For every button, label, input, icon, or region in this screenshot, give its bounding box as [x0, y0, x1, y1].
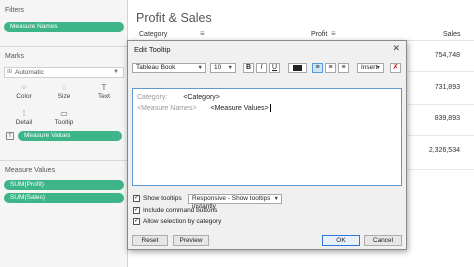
card-label: Detail [15, 119, 33, 126]
measure-names-field: <Measure Names> [137, 104, 197, 112]
align-left-icon[interactable]: ≡ [312, 63, 323, 73]
font-size-select[interactable]: 10 ▼ [210, 63, 236, 73]
cancel-button[interactable]: Cancel [364, 235, 402, 246]
include-command-buttons-checkbox[interactable]: ✓ [133, 207, 140, 214]
category-label: Category: [137, 94, 168, 101]
sort-icon[interactable]: ≡ [331, 29, 336, 38]
row-divider [400, 169, 474, 170]
sales-value: 754,748 [434, 52, 460, 59]
align-right-icon[interactable]: ≡ [338, 63, 349, 73]
column-header-profit[interactable]: Profit [311, 31, 327, 38]
text-mark-icon: T [6, 132, 14, 140]
edit-tooltip-dialog: Edit Tooltip ✕ Tableau Book ▼ 10 ▼ B I U… [127, 40, 407, 250]
marks-pill-measure-values[interactable]: Measure Values [18, 131, 122, 141]
text-color-button[interactable] [288, 63, 307, 73]
reset-button[interactable]: Reset [132, 235, 168, 246]
underline-button[interactable]: U [269, 63, 280, 73]
ok-button[interactable]: OK [322, 235, 360, 246]
close-icon[interactable]: ✕ [392, 43, 400, 54]
tooltip-icon: ▭ [60, 109, 68, 118]
marks-card-size[interactable]: ◌ Size [44, 82, 84, 104]
marks-card-detail[interactable]: ⁞ Detail [4, 108, 44, 130]
show-tooltips-checkbox[interactable]: ✓ [133, 195, 140, 202]
insert-button[interactable]: Insert ▼ [357, 63, 384, 73]
mark-type-dropdown[interactable]: ⊞ Automatic ▼ [4, 67, 124, 78]
chevron-down-icon: ▼ [273, 196, 279, 202]
card-label: Tooltip [54, 119, 74, 126]
size-icon: ◌ [61, 83, 67, 92]
divider [0, 160, 128, 161]
detail-icon: ⁞ [22, 109, 26, 118]
font-name-value: Tableau Book [136, 64, 176, 71]
chevron-down-icon: ▼ [227, 65, 233, 71]
row-divider [400, 104, 474, 105]
chevron-down-icon: ▼ [197, 65, 203, 71]
card-label: Color [16, 93, 32, 100]
include-command-buttons-label: Include command buttons [143, 207, 218, 214]
align-center-icon[interactable]: ≡ [325, 63, 336, 73]
measure-pill-sum-profit[interactable]: SUM(Profit) [4, 180, 124, 190]
marks-title: Marks [5, 53, 25, 60]
filters-title: Filters [5, 7, 25, 14]
preview-button[interactable]: Preview [173, 235, 209, 246]
row-divider [400, 135, 474, 136]
allow-selection-checkbox[interactable]: ✓ [133, 218, 140, 225]
marks-card-color[interactable]: ⁘ Color [4, 82, 44, 104]
text-icon: T [101, 83, 107, 92]
text-caret [269, 104, 271, 112]
color-swatch-icon [293, 65, 302, 71]
bold-button[interactable]: B [243, 63, 254, 73]
sheet-title: Profit & Sales [136, 11, 212, 25]
show-tooltips-label: Show tooltips [143, 195, 182, 202]
divider [0, 46, 128, 47]
measure-pill-sum-sales[interactable]: SUM(Sales) [4, 193, 124, 203]
tooltip-mode-select[interactable]: Responsive - Show tooltips instantly ▼ [188, 194, 282, 210]
card-label: Size [57, 93, 71, 100]
card-label: Text [98, 93, 110, 100]
allow-selection-label: Allow selection by category [143, 218, 222, 225]
measure-values-title: Measure Values [5, 167, 56, 174]
column-header-sales[interactable]: Sales [443, 31, 461, 38]
sales-value: 731,893 [434, 84, 460, 91]
automatic-icon: ⊞ [7, 69, 13, 75]
font-size-value: 10 [214, 64, 222, 71]
dialog-title: Edit Tooltip [134, 45, 171, 54]
mark-type-label: Automatic [15, 69, 44, 76]
left-panel: Filters Measure Names Marks ⊞ Automatic … [0, 0, 128, 267]
column-header-category[interactable]: Category [139, 31, 167, 38]
italic-button[interactable]: I [256, 63, 267, 73]
category-field: <Category> [183, 94, 220, 101]
measure-values-field: <Measure Values> [210, 104, 269, 112]
filter-pill-measure-names[interactable]: Measure Names [4, 22, 124, 32]
chevron-down-icon: ▼ [375, 65, 381, 71]
sort-icon[interactable]: ≡ [200, 29, 205, 38]
clear-formatting-icon[interactable]: ✗ [390, 63, 401, 73]
tooltip-editor[interactable]: Category: <Category> <Measure Names> <Me… [132, 88, 402, 186]
font-name-select[interactable]: Tableau Book ▼ [132, 63, 206, 73]
row-divider [400, 71, 474, 72]
marks-card-text[interactable]: T Text [84, 82, 124, 104]
marks-card-tooltip[interactable]: ▭ Tooltip [44, 108, 84, 130]
sales-value: 2,326,534 [428, 147, 460, 154]
sales-value: 839,893 [434, 115, 460, 122]
color-palette-icon: ⁘ [20, 83, 28, 92]
chevron-down-icon: ▼ [113, 69, 119, 75]
